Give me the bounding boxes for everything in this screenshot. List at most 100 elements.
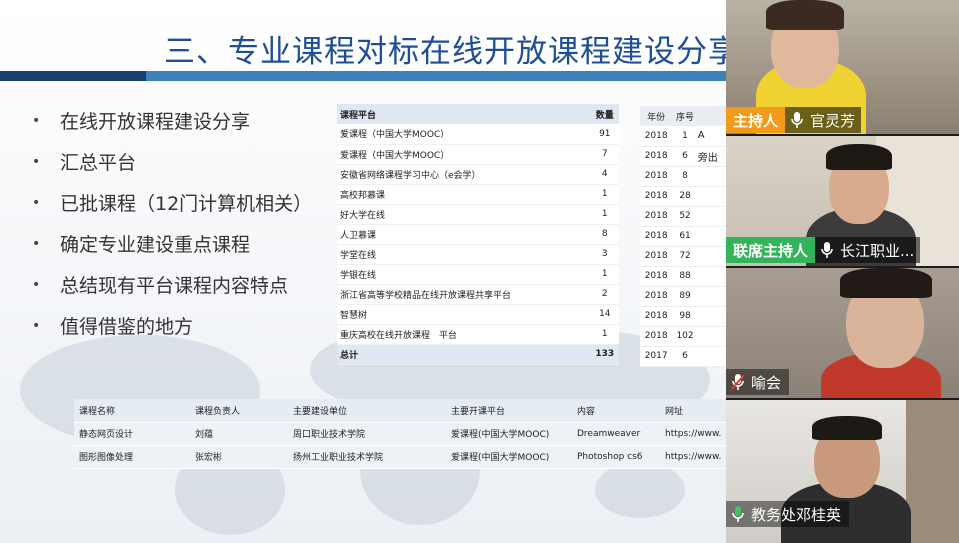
total-value: 133 <box>587 344 619 365</box>
column-header: 内容 <box>572 399 660 422</box>
video-tile[interactable]: 联席主持人 长江职业... <box>726 136 959 266</box>
bullet-item: • 在线开放课程建设分享 <box>32 100 312 141</box>
table-cell: 98 <box>672 306 698 327</box>
table-row: 2018 98 <box>640 306 726 327</box>
table-cell: A <box>697 126 726 147</box>
table-row: 好大学在线 1 <box>337 204 619 225</box>
table-row: 图形图像处理 张宏彬 扬州工业职业技术学院 爱课程(中国大学MOOC) Phot… <box>74 445 726 468</box>
bullet-item: • 确定专业建设重点课程 <box>32 223 312 264</box>
table-cell: 1 <box>587 264 619 285</box>
table-cell: 2 <box>587 284 619 305</box>
table-total-row: 总计 133 <box>337 344 619 365</box>
table-cell: 1 <box>587 204 619 225</box>
microphone-icon[interactable] <box>789 111 805 129</box>
table-cell: 2018 <box>640 206 673 227</box>
participant-video <box>812 416 882 440</box>
name-box: 官灵芳 <box>785 107 862 133</box>
table-cell: 2018 <box>640 246 673 267</box>
column-header: 数量 <box>587 104 619 124</box>
table-cell: 学堂在线 <box>337 244 588 265</box>
bullet-text: 汇总平台 <box>60 152 137 174</box>
table-cell: 2018 <box>640 286 673 307</box>
participant-label: 主持人 官灵芳 <box>726 107 862 133</box>
table-cell <box>697 346 726 367</box>
table-cell: 7 <box>587 144 619 165</box>
column-header: 主要开课平台 <box>446 399 572 422</box>
bullet-item: • 值得借鉴的地方 <box>32 305 312 346</box>
table-cell <box>697 326 726 347</box>
video-tile[interactable]: 喻会 <box>726 268 959 398</box>
course-table: 课程名称 课程负责人 主要建设单位 主要开课平台 内容 网址 静态网页设计 刘蕴… <box>74 399 726 469</box>
column-header: 年份 <box>640 106 673 126</box>
participant-video <box>826 144 892 170</box>
table-row: 2018 88 <box>640 266 726 287</box>
table-row: 爱课程（中国大学MOOC） 7 <box>337 144 619 165</box>
table-cell: 2018 <box>640 186 673 207</box>
table-cell <box>697 306 726 327</box>
table-cell: 好大学在线 <box>337 204 588 225</box>
table-row: 人卫慕课 8 <box>337 224 619 245</box>
host-badge: 主持人 <box>726 107 786 133</box>
table-cell: 88 <box>672 266 698 287</box>
video-tile[interactable]: 主持人 官灵芳 <box>726 0 959 134</box>
bullet-item: • 汇总平台 <box>32 141 312 182</box>
column-header <box>697 106 726 126</box>
table-cell: Dreamweaver <box>572 422 660 445</box>
video-tile[interactable]: 教务处邓桂英 <box>726 400 959 543</box>
table-cell: Photoshop cs6 <box>572 445 660 468</box>
year-table: 年份 序号 2018 1 A 2018 6 旁出 2018 8 2018 28 2018 52… <box>640 106 726 367</box>
column-header: 主要建设单位 <box>288 399 446 422</box>
table-row: 爱课程（中国大学MOOC） 91 <box>337 124 619 145</box>
bullet-text: 确定专业建设重点课程 <box>60 234 251 256</box>
table-cell: 扬州工业职业技术学院 <box>288 445 446 468</box>
table-cell: 2018 <box>640 306 673 327</box>
column-header: 课程负责人 <box>190 399 288 422</box>
table-cell: 爱课程（中国大学MOOC） <box>337 144 588 165</box>
participant-name: 教务处邓桂英 <box>751 505 842 524</box>
table-cell: 2018 <box>640 266 673 287</box>
table-cell: 2018 <box>640 326 673 347</box>
title-underline-dark <box>0 71 146 81</box>
microphone-icon[interactable] <box>730 505 746 523</box>
table-row: 重庆高校在线开放课程 平台 1 <box>337 324 619 345</box>
cohost-badge: 联席主持人 <box>726 237 816 263</box>
table-cell: 8 <box>672 166 698 187</box>
microphone-icon[interactable] <box>819 241 835 259</box>
table-cell: 人卫慕课 <box>337 224 588 245</box>
table-cell: 浙江省高等学校精品在线开放课程共享平台 <box>337 284 588 305</box>
table-cell <box>697 226 726 247</box>
table-cell: 102 <box>672 326 698 347</box>
table-header-row: 课程平台 数量 <box>337 104 619 124</box>
bullet-text: 在线开放课程建设分享 <box>60 111 251 133</box>
table-cell: https://www. <box>660 422 726 445</box>
participant-name: 长江职业... <box>840 241 915 260</box>
table-cell: 2018 <box>640 126 673 147</box>
table-cell: 2018 <box>640 146 673 167</box>
table-cell: 图形图像处理 <box>74 445 190 468</box>
table-cell: https://www. <box>660 445 726 468</box>
table-cell: 28 <box>672 186 698 207</box>
title-underline-light <box>146 71 726 81</box>
table-row: 2017 6 <box>640 346 726 367</box>
total-label: 总计 <box>337 344 588 365</box>
participant-video <box>906 400 959 543</box>
table-cell: 刘蕴 <box>190 422 288 445</box>
table-cell: 6 <box>672 346 698 367</box>
participant-label: 教务处邓桂英 <box>726 501 850 527</box>
participant-name: 官灵芳 <box>810 111 856 130</box>
table-cell: 学银在线 <box>337 264 588 285</box>
table-cell: 1 <box>587 324 619 345</box>
column-header: 课程名称 <box>74 399 190 422</box>
table-cell <box>697 286 726 307</box>
microphone-muted-icon[interactable] <box>730 373 746 391</box>
table-cell: 89 <box>672 286 698 307</box>
column-header: 序号 <box>672 106 698 126</box>
participant-label: 联席主持人 长江职业... <box>726 237 921 263</box>
table-cell: 14 <box>587 304 619 325</box>
table-row: 安徽省网络课程学习中心（e会学） 4 <box>337 164 619 185</box>
table-row: 2018 61 <box>640 226 726 247</box>
table-row: 2018 6 旁出 <box>640 146 726 167</box>
participant-name: 喻会 <box>751 373 782 392</box>
table-row: 学堂在线 3 <box>337 244 619 265</box>
table-cell <box>697 166 726 187</box>
